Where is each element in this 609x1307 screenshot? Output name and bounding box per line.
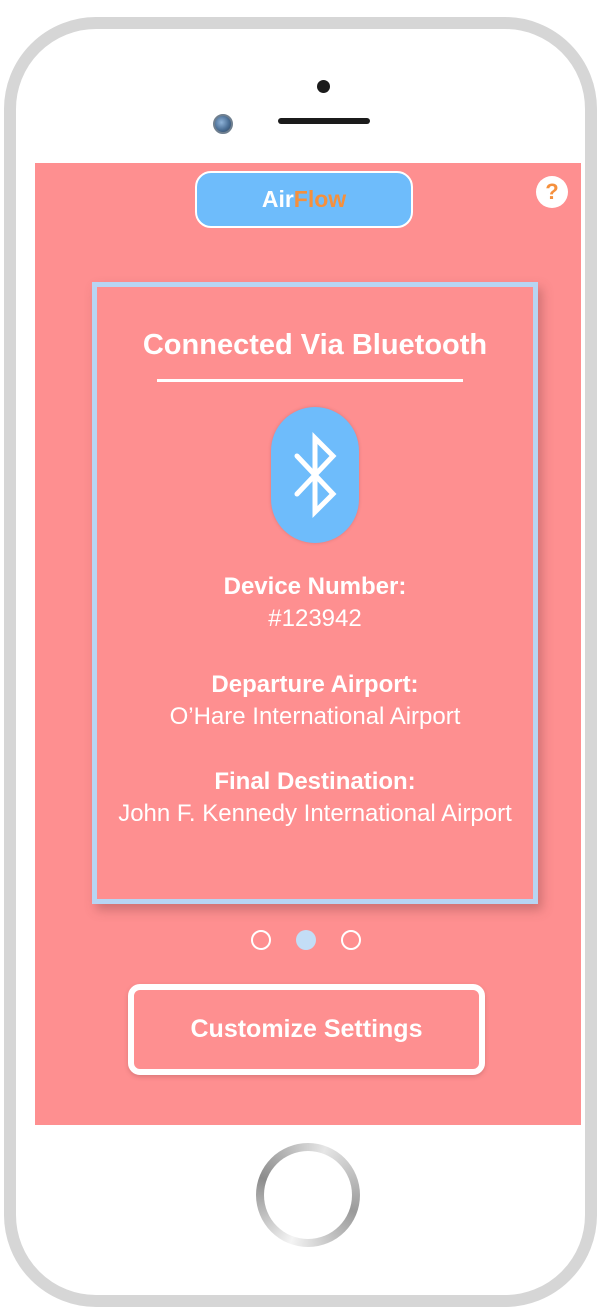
help-button[interactable]: ? [536, 176, 568, 208]
app-screen: Air Flow ? Connected Via Bluetooth Device… [35, 163, 581, 1125]
connection-card: Connected Via Bluetooth Device Number: #… [92, 282, 538, 904]
title-divider [157, 379, 463, 382]
device-number-value: #123942 [268, 605, 362, 632]
brand-name-air: Air [261, 186, 294, 212]
help-icon: ? [545, 179, 559, 204]
sensor-dot [317, 80, 330, 93]
device-number-field: Device Number: #123942 [97, 571, 533, 635]
page-dot-1[interactable] [251, 930, 271, 950]
speaker-grille [278, 118, 370, 124]
front-camera [213, 114, 233, 134]
app-logo-pill: Air Flow [195, 171, 413, 228]
customize-settings-label: Customize Settings [190, 1015, 423, 1043]
departure-airport-value: O’Hare International Airport [169, 703, 461, 730]
customize-settings-button[interactable]: Customize Settings [128, 984, 485, 1075]
departure-airport-field: Departure Airport: O’Hare International … [97, 669, 533, 733]
departure-airport-label: Departure Airport: [211, 671, 419, 698]
card-title: Connected Via Bluetooth [142, 329, 488, 361]
home-button[interactable] [256, 1143, 360, 1247]
bluetooth-badge [271, 407, 359, 543]
page-indicator [251, 930, 361, 950]
page-dot-3[interactable] [341, 930, 361, 950]
home-button-face [264, 1151, 352, 1239]
final-destination-value: John F. Kennedy International Airport [118, 800, 512, 827]
device-number-label: Device Number: [223, 573, 407, 600]
page-dot-2-active[interactable] [296, 930, 316, 950]
final-destination-label: Final Destination: [214, 768, 416, 795]
final-destination-field: Final Destination: John F. Kennedy Inter… [111, 766, 519, 830]
bluetooth-icon [294, 431, 337, 519]
brand-name-flow: Flow [293, 186, 347, 212]
